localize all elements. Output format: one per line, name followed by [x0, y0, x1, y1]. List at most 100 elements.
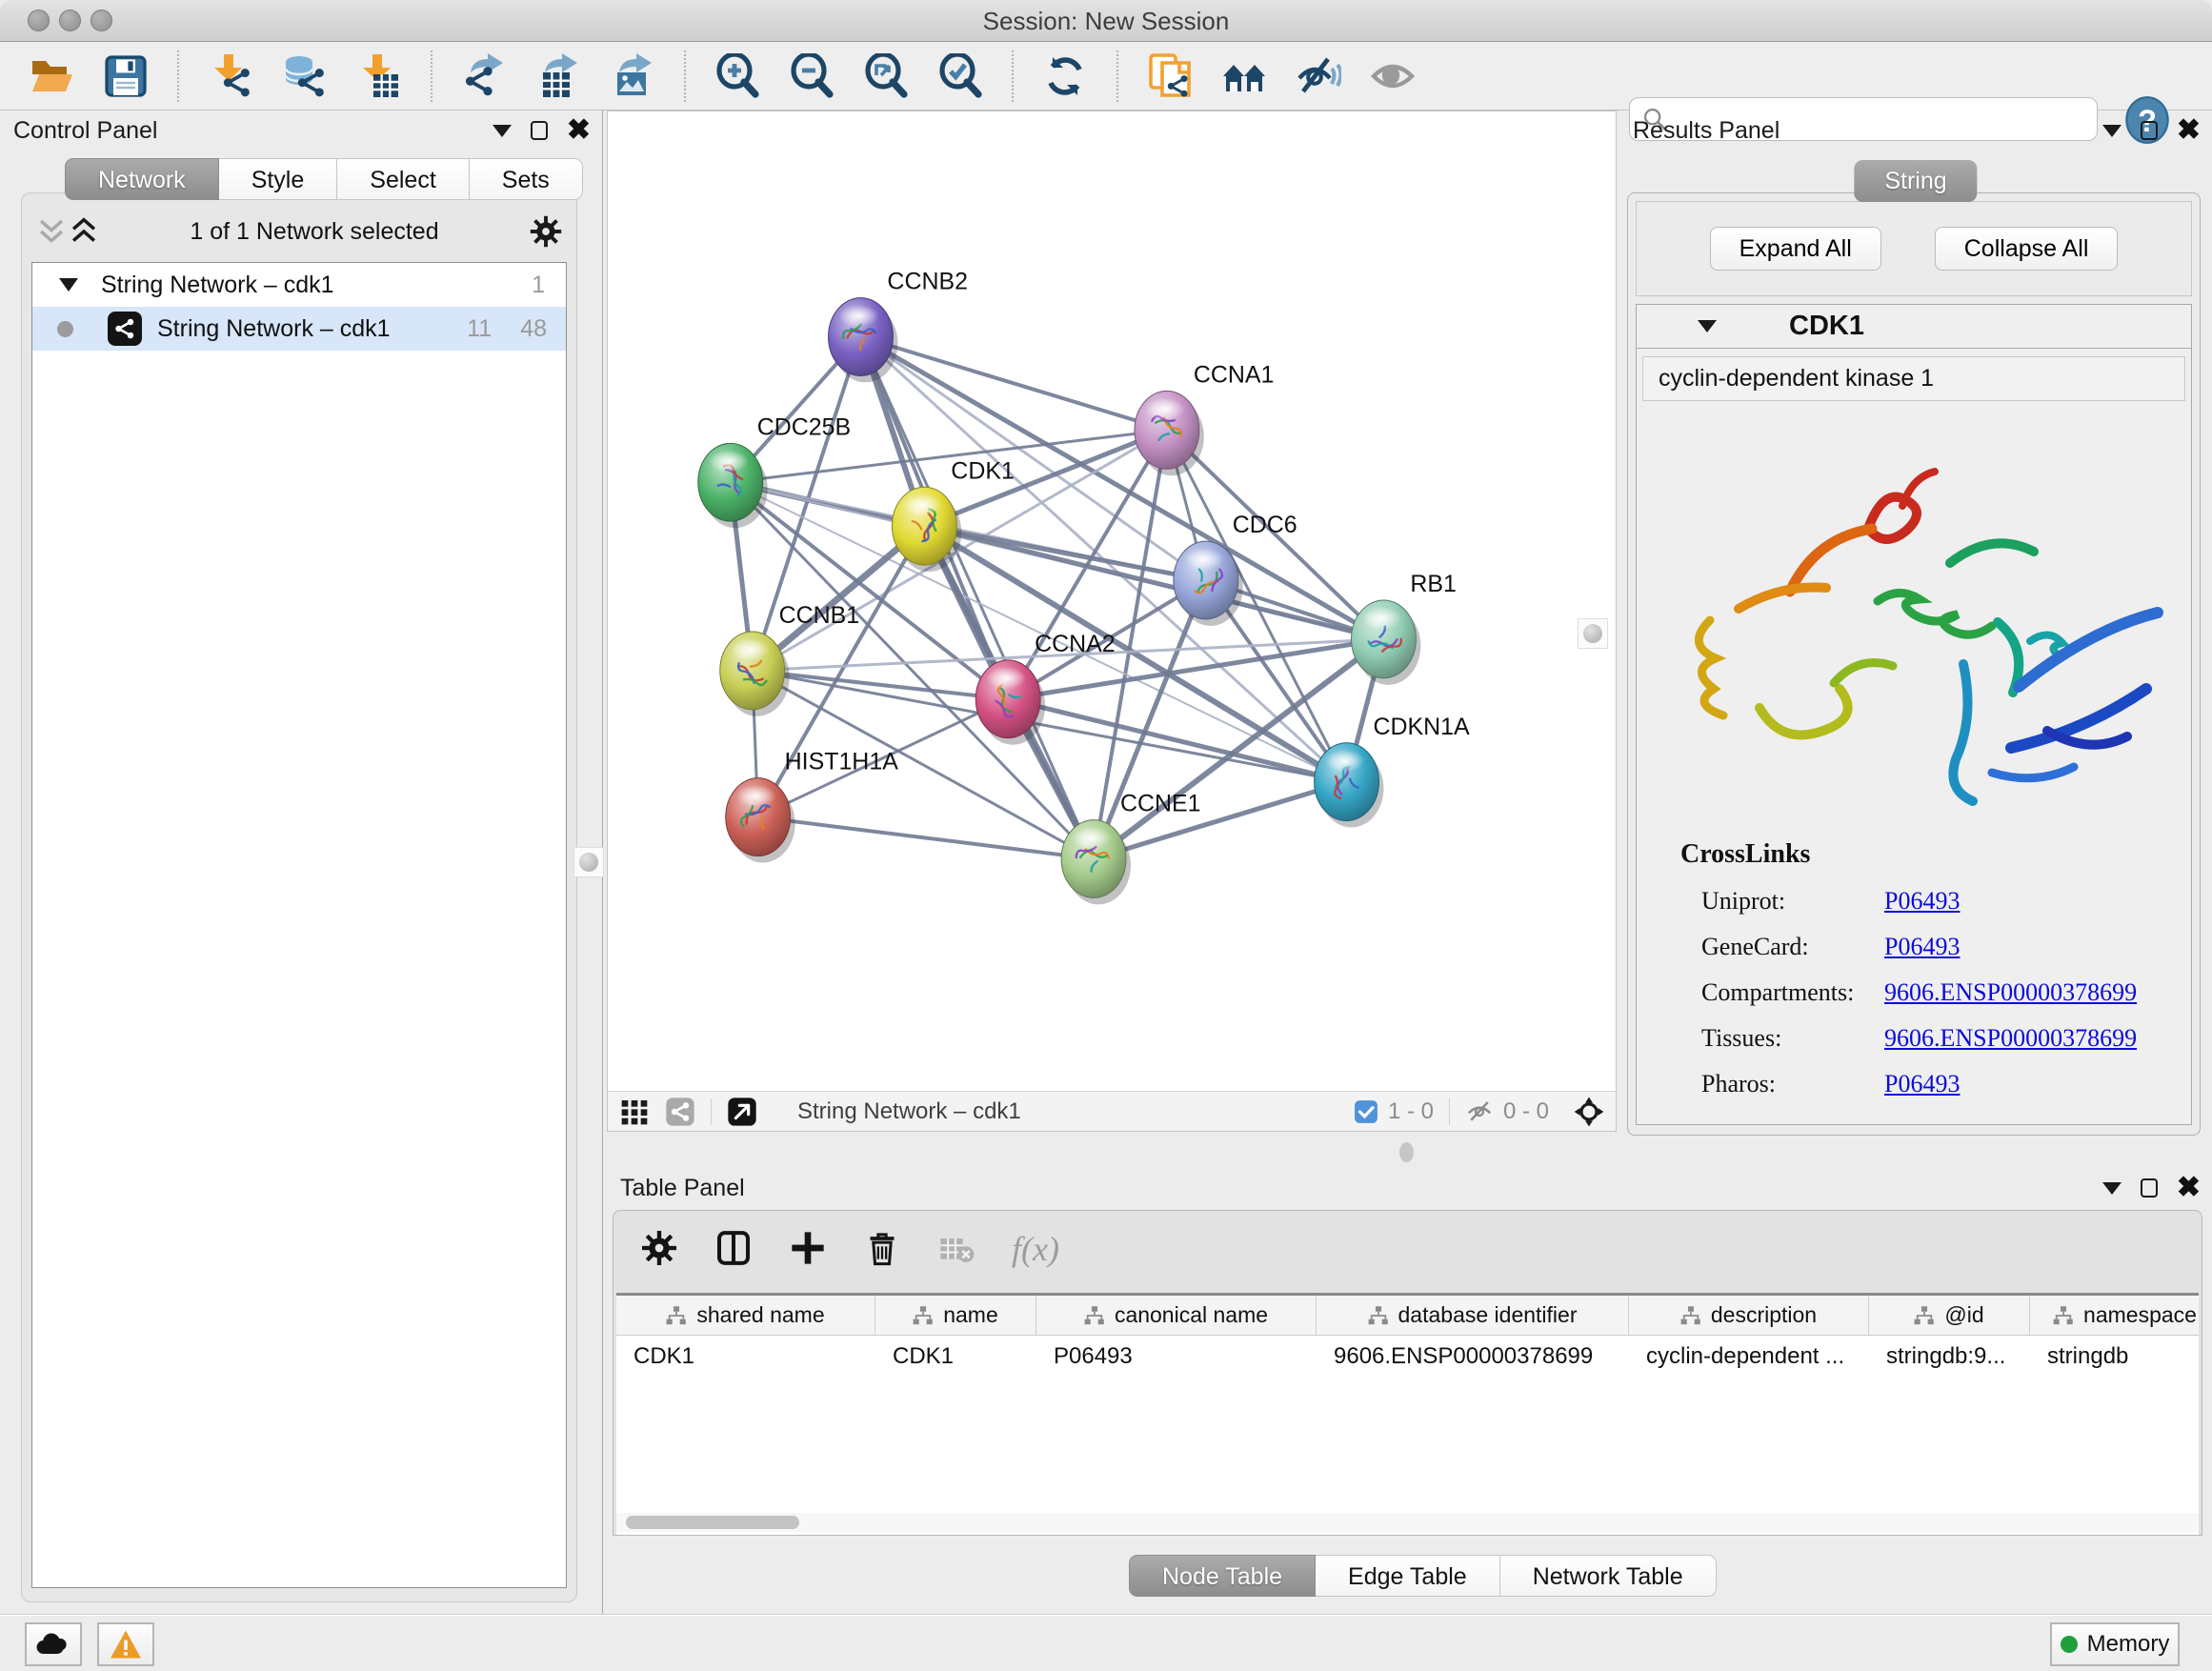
tab-network-table[interactable]: Network Table — [1500, 1555, 1717, 1597]
clone-network-icon[interactable] — [1147, 53, 1193, 99]
import-database-icon[interactable] — [282, 53, 328, 99]
tab-style[interactable]: Style — [219, 158, 338, 200]
expand-all-icon[interactable] — [68, 217, 100, 246]
close-panel-icon[interactable]: ✖ — [567, 120, 591, 141]
minimize-button[interactable] — [59, 10, 81, 31]
table-row[interactable]: CDK1CDK1P064939606.ENSP00000378699cyclin… — [616, 1336, 2199, 1378]
network-item-row[interactable]: String Network – cdk1 11 48 — [32, 307, 566, 351]
column-header-id[interactable]: @id — [1869, 1296, 2030, 1335]
node-RB1[interactable]: RB1 — [1352, 571, 1457, 685]
tab-select[interactable]: Select — [337, 158, 469, 200]
node-label-RB1: RB1 — [1410, 571, 1457, 597]
edge-CCNB2-CCNE1[interactable] — [860, 337, 1094, 859]
expand-all-button[interactable]: Expand All — [1710, 227, 1881, 271]
edge-HIST1H1A-CCNE1[interactable] — [758, 817, 1094, 859]
left-splitter-grip[interactable] — [573, 847, 604, 877]
collapse-all-button[interactable]: Collapse All — [1935, 227, 2119, 271]
crosslink-label: Compartments: — [1701, 978, 1884, 1007]
add-column-icon[interactable] — [789, 1229, 827, 1267]
import-network-icon[interactable] — [208, 53, 253, 99]
memory-status-dot — [2061, 1636, 2078, 1653]
splitter-grip[interactable] — [1399, 1142, 1414, 1162]
zoom-selected-icon[interactable] — [937, 53, 983, 99]
show-all-icon[interactable] — [1370, 53, 1416, 99]
panel-menu-icon[interactable] — [2102, 1182, 2122, 1195]
panel-menu-icon[interactable] — [493, 125, 512, 137]
node-entry-header[interactable]: CDK1 — [1637, 305, 2191, 349]
grid-view-icon[interactable] — [619, 1097, 650, 1127]
crosslink-link[interactable]: P06493 — [1884, 933, 1960, 961]
save-session-icon[interactable] — [103, 53, 149, 99]
tab-string[interactable]: String — [1854, 160, 1977, 202]
node-CCNB2[interactable]: CCNB2 — [829, 269, 968, 383]
node-label-CDC25B: CDC25B — [757, 413, 851, 440]
node-CCNB1[interactable]: CCNB1 — [720, 602, 859, 716]
tab-node-table[interactable]: Node Table — [1129, 1555, 1316, 1597]
collection-expander-icon[interactable] — [59, 278, 78, 292]
open-session-icon[interactable] — [29, 53, 74, 99]
delete-column-icon[interactable] — [863, 1229, 901, 1267]
collapse-all-icon[interactable] — [35, 217, 68, 246]
column-header-name[interactable]: name — [875, 1296, 1036, 1335]
crosslink-link[interactable]: 9606.ENSP00000378699 — [1884, 1024, 2137, 1053]
column-header-canonicalname[interactable]: canonical name — [1036, 1296, 1317, 1335]
tab-sets[interactable]: Sets — [470, 158, 583, 200]
crosslink-link[interactable]: P06493 — [1884, 1070, 1960, 1098]
tab-edge-table[interactable]: Edge Table — [1316, 1555, 1500, 1597]
column-header-sharedname[interactable]: shared name — [616, 1296, 875, 1335]
zoom-fit-icon[interactable] — [863, 53, 909, 99]
export-network-icon[interactable] — [461, 53, 507, 99]
import-table-icon[interactable] — [356, 53, 402, 99]
table-cell: cyclin-dependent ... — [1629, 1336, 1869, 1378]
close-panel-icon[interactable]: ✖ — [2177, 120, 2201, 141]
network-options-gear-icon[interactable] — [529, 214, 563, 249]
home-icon[interactable] — [1221, 53, 1267, 99]
panel-menu-icon[interactable] — [2102, 125, 2122, 137]
show-columns-icon[interactable] — [714, 1229, 753, 1267]
table-type-tabs: Node TableEdge TableNetwork Table — [1129, 1555, 1717, 1597]
column-header-databaseidentifier[interactable]: database identifier — [1317, 1296, 1629, 1335]
right-splitter-grip[interactable] — [1578, 618, 1608, 649]
tab-network[interactable]: Network — [65, 158, 219, 200]
node-HIST1H1A[interactable]: HIST1H1A — [726, 749, 898, 863]
maximize-button[interactable] — [90, 10, 112, 31]
export-image-icon[interactable] — [610, 53, 655, 99]
close-panel-icon[interactable]: ✖ — [2177, 1178, 2201, 1198]
column-header-namespace[interactable]: namespace — [2030, 1296, 2199, 1335]
float-panel-icon[interactable] — [2141, 1178, 2158, 1198]
node-label-CCNA1: CCNA1 — [1194, 361, 1275, 388]
horizontal-splitter[interactable] — [607, 1133, 1617, 1168]
warnings-button[interactable] — [97, 1622, 154, 1666]
control-panel-tabs: NetworkStyleSelectSets — [65, 158, 583, 200]
cloud-status-button[interactable] — [25, 1622, 82, 1666]
hide-unselected-icon[interactable] — [1296, 53, 1341, 99]
zoom-out-icon[interactable] — [789, 53, 835, 99]
network-view-panel: CCNB2 CCNA1 CDC25B CDK1 CDC6 RB1 CCNB1 C… — [607, 111, 1617, 1132]
table-settings-gear-icon[interactable] — [640, 1229, 678, 1267]
refresh-layout-icon[interactable] — [1042, 53, 1088, 99]
node-CDK1[interactable]: CDK1 — [892, 457, 1014, 572]
open-in-window-icon[interactable] — [727, 1097, 757, 1127]
table-cell: CDK1 — [616, 1336, 875, 1378]
entry-expander-icon[interactable] — [1698, 320, 1717, 332]
node-CDKN1A[interactable]: CDKN1A — [1315, 714, 1470, 828]
column-header-description[interactable]: description — [1629, 1296, 1869, 1335]
function-builder-icon: f(x) — [1012, 1229, 1050, 1267]
node-CCNA1[interactable]: CCNA1 — [1135, 361, 1274, 475]
network-badge-icon[interactable] — [665, 1097, 695, 1127]
birdseye-view-icon[interactable] — [1574, 1097, 1604, 1127]
scrollbar-thumb[interactable] — [626, 1516, 799, 1529]
close-button[interactable] — [28, 10, 50, 31]
zoom-in-icon[interactable] — [714, 53, 760, 99]
edge-CCNB2-CCNA1[interactable] — [860, 337, 1166, 431]
crosslink-link[interactable]: 9606.ENSP00000378699 — [1884, 978, 2137, 1007]
network-canvas[interactable]: CCNB2 CCNA1 CDC25B CDK1 CDC6 RB1 CCNB1 C… — [608, 111, 1616, 1091]
table-cell: 9606.ENSP00000378699 — [1317, 1336, 1629, 1378]
crosslink-link[interactable]: P06493 — [1884, 887, 1960, 916]
float-panel-icon[interactable] — [2141, 121, 2158, 140]
network-collection-row[interactable]: String Network – cdk1 1 — [32, 263, 566, 307]
float-panel-icon[interactable] — [531, 121, 548, 140]
edge-CCNB2-RB1[interactable] — [860, 337, 1383, 639]
export-table-icon[interactable] — [535, 53, 581, 99]
memory-button[interactable]: Memory — [2050, 1622, 2180, 1666]
